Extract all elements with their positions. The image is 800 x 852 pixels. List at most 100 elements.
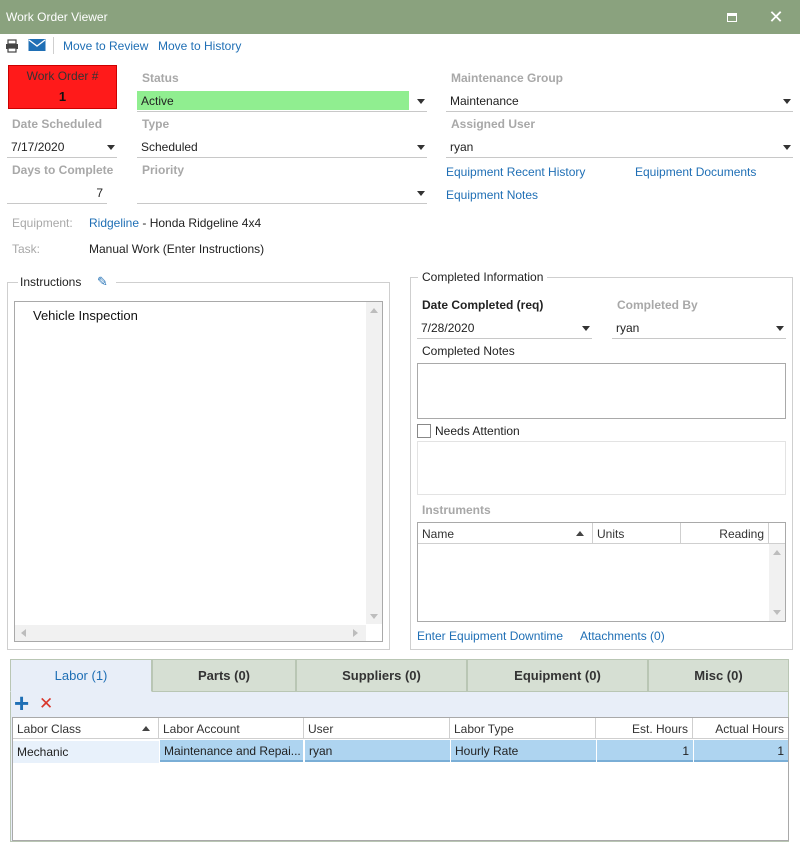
chevron-down-icon bbox=[417, 191, 425, 196]
date-completed-label: Date Completed (req) bbox=[422, 298, 544, 312]
status-dropdown[interactable]: Active bbox=[137, 90, 427, 112]
maximize-button[interactable] bbox=[714, 0, 750, 34]
assigned-user-dropdown[interactable]: ryan bbox=[446, 136, 793, 158]
maintenance-group-label: Maintenance Group bbox=[451, 71, 564, 85]
maintenance-group-dropdown[interactable]: Maintenance bbox=[446, 90, 793, 112]
instructions-textarea[interactable]: Vehicle Inspection bbox=[14, 301, 383, 642]
assigned-user-value: ryan bbox=[450, 140, 474, 154]
envelope-icon bbox=[28, 39, 46, 51]
labor-cell-est-hours[interactable]: 1 bbox=[597, 740, 693, 762]
instructions-horizontal-scrollbar[interactable] bbox=[15, 625, 366, 641]
toolbar: Move to Review Move to History bbox=[0, 34, 800, 58]
tab-misc[interactable]: Misc (0) bbox=[648, 659, 789, 692]
completed-by-value: ryan bbox=[616, 321, 640, 335]
type-value: Scheduled bbox=[141, 140, 198, 154]
status-label: Status bbox=[142, 71, 179, 85]
labor-col-account[interactable]: Labor Account bbox=[159, 718, 304, 739]
status-value: Active bbox=[141, 94, 174, 108]
completed-by-dropdown[interactable]: ryan bbox=[612, 317, 786, 339]
days-to-complete-input[interactable]: 7 bbox=[7, 182, 107, 204]
labor-cell-type[interactable]: Hourly Rate bbox=[451, 740, 596, 762]
equipment-notes-link[interactable]: Equipment Notes bbox=[446, 188, 538, 202]
tab-parts[interactable]: Parts (0) bbox=[152, 659, 296, 692]
instruments-label: Instruments bbox=[422, 503, 491, 517]
days-to-complete-label: Days to Complete bbox=[12, 163, 114, 177]
labor-col-est-hours[interactable]: Est. Hours bbox=[596, 718, 693, 739]
move-to-history-link[interactable]: Move to History bbox=[158, 39, 241, 53]
instruments-table: Name Units Reading bbox=[417, 522, 786, 622]
chevron-down-icon bbox=[417, 145, 425, 150]
email-button[interactable] bbox=[28, 38, 46, 52]
labor-col-type[interactable]: Labor Type bbox=[450, 718, 596, 739]
equipment-description: - Honda Ridgeline 4x4 bbox=[139, 216, 262, 230]
close-icon: ✕ bbox=[768, 6, 784, 27]
labor-cell-user[interactable]: ryan bbox=[305, 740, 450, 762]
delete-icon[interactable]: ✕ bbox=[39, 694, 55, 714]
tab-labor[interactable]: Labor (1) bbox=[10, 659, 152, 692]
scroll-up-icon bbox=[370, 308, 378, 313]
equipment-value: Ridgeline - Honda Ridgeline 4x4 bbox=[89, 216, 261, 230]
needs-attention-notes[interactable] bbox=[417, 441, 786, 495]
instructions-title: Instructions bbox=[20, 275, 82, 289]
close-button[interactable]: ✕ bbox=[758, 0, 794, 34]
needs-attention-checkbox[interactable] bbox=[417, 424, 431, 438]
title-bar: Work Order Viewer ✕ bbox=[0, 0, 800, 34]
add-icon[interactable]: + bbox=[14, 690, 32, 716]
instruments-header-row: Name Units Reading bbox=[418, 523, 785, 544]
labor-cell-class: Mechanic bbox=[13, 741, 159, 763]
labor-col-user[interactable]: User bbox=[304, 718, 450, 739]
date-scheduled-label: Date Scheduled bbox=[12, 117, 103, 131]
task-value: Manual Work (Enter Instructions) bbox=[89, 242, 265, 256]
equipment-label: Equipment: bbox=[12, 216, 73, 230]
enter-equipment-downtime-link[interactable]: Enter Equipment Downtime bbox=[417, 629, 563, 643]
scroll-left-icon bbox=[21, 629, 26, 637]
labor-col-actual-hours[interactable]: Actual Hours bbox=[693, 718, 788, 739]
labor-cell-actual-hours[interactable]: 1 bbox=[694, 740, 788, 762]
assigned-user-label: Assigned User bbox=[451, 117, 536, 131]
work-order-number-box: Work Order # 1 bbox=[8, 65, 117, 109]
completed-information-title: Completed Information bbox=[418, 270, 548, 284]
equipment-documents-link[interactable]: Equipment Documents bbox=[635, 165, 756, 179]
labor-cell-account[interactable]: Maintenance and Repai... bbox=[160, 740, 303, 762]
priority-dropdown[interactable] bbox=[137, 182, 427, 204]
work-order-label: Work Order # bbox=[26, 69, 99, 83]
instruments-col-units[interactable]: Units bbox=[593, 523, 681, 544]
equipment-recent-history-link[interactable]: Equipment Recent History bbox=[446, 165, 585, 179]
instructions-header: Instructions ✎ bbox=[18, 274, 116, 290]
attachments-link[interactable]: Attachments (0) bbox=[580, 629, 665, 643]
type-label: Type bbox=[142, 117, 170, 131]
instructions-vertical-scrollbar[interactable] bbox=[366, 302, 382, 624]
instruments-col-name[interactable]: Name bbox=[418, 523, 593, 544]
type-dropdown[interactable]: Scheduled bbox=[137, 136, 427, 158]
maximize-icon bbox=[727, 12, 737, 22]
task-label: Task: bbox=[12, 242, 41, 256]
date-completed-picker[interactable]: 7/28/2020 bbox=[417, 317, 592, 339]
chevron-down-icon bbox=[783, 99, 791, 104]
days-to-complete-value: 7 bbox=[96, 186, 103, 200]
chevron-down-icon bbox=[783, 145, 791, 150]
chevron-down-icon bbox=[582, 326, 590, 331]
instructions-text: Vehicle Inspection bbox=[33, 308, 138, 323]
scroll-right-icon bbox=[353, 629, 358, 637]
instruments-col-reading[interactable]: Reading bbox=[681, 523, 769, 544]
scroll-down-icon bbox=[370, 614, 378, 619]
date-scheduled-value: 7/17/2020 bbox=[11, 140, 65, 154]
window-title: Work Order Viewer bbox=[6, 10, 108, 24]
sort-ascending-icon bbox=[576, 531, 584, 536]
pencil-icon[interactable]: ✎ bbox=[97, 274, 108, 290]
status-highlight bbox=[137, 91, 409, 110]
completed-notes-textarea[interactable] bbox=[417, 363, 786, 419]
move-to-review-link[interactable]: Move to Review bbox=[63, 39, 148, 53]
printer-icon bbox=[6, 39, 18, 53]
table-row[interactable]: Mechanic Maintenance and Repai... ryan H… bbox=[13, 740, 788, 764]
date-scheduled-picker[interactable]: 7/17/2020 bbox=[7, 136, 117, 158]
priority-label: Priority bbox=[142, 163, 185, 177]
instruments-vertical-scrollbar[interactable] bbox=[769, 544, 785, 621]
tab-suppliers[interactable]: Suppliers (0) bbox=[296, 659, 467, 692]
equipment-link[interactable]: Ridgeline bbox=[89, 216, 139, 230]
tab-equipment[interactable]: Equipment (0) bbox=[467, 659, 648, 692]
maintenance-group-value: Maintenance bbox=[450, 94, 519, 108]
chevron-down-icon bbox=[417, 99, 425, 104]
labor-col-class[interactable]: Labor Class bbox=[13, 718, 159, 739]
print-button[interactable] bbox=[5, 39, 19, 53]
